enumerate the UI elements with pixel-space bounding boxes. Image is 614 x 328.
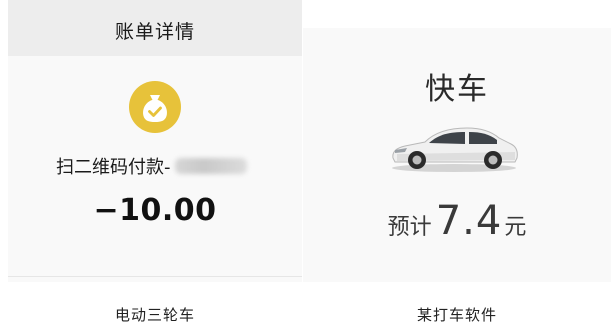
ride-estimate-screen: 快车 预计 7.4 元 xyxy=(303,28,611,282)
comparison-image: 账单详情 扫二维码付款- −10.00 快车 预计 7.4 元 电动三轮车 某打… xyxy=(0,0,614,328)
bill-detail-screen: 账单详情 扫二维码付款- −10.00 xyxy=(8,0,302,282)
ride-type-title: 快车 xyxy=(425,72,489,107)
payment-title: 扫二维码付款- xyxy=(56,157,171,178)
payment-amount: −10.00 xyxy=(93,193,217,228)
blurred-merchant-name xyxy=(174,158,247,174)
bill-title-row: 扫二维码付款- xyxy=(56,152,247,180)
page-title: 账单详情 xyxy=(114,21,195,43)
price-unit: 元 xyxy=(504,215,527,240)
ride-price-estimate: 预计 7.4 元 xyxy=(303,198,611,244)
price-prefix: 预计 xyxy=(387,215,432,240)
caption-right: 某打车软件 xyxy=(416,306,497,324)
price-value: 7.4 xyxy=(435,198,503,244)
caption-left: 电动三轮车 xyxy=(114,306,195,324)
car-icon xyxy=(387,122,521,174)
divider xyxy=(8,276,302,277)
bill-header: 账单详情 xyxy=(8,0,302,56)
money-bag-icon xyxy=(129,81,181,133)
